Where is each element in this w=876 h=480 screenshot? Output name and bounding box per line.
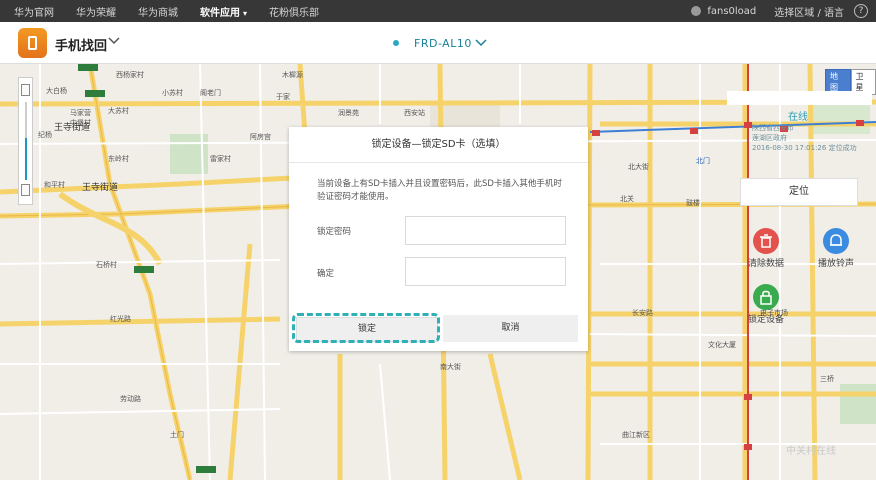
- app-header: 手机找回 FRD-AL10: [0, 22, 876, 64]
- zoom-control: [18, 77, 33, 205]
- locate-button[interactable]: 定位: [740, 178, 858, 206]
- map-label: 东岭村: [108, 155, 129, 163]
- map-label: 雷家村: [210, 155, 231, 163]
- top-nav-right: fans0load 选择区域 / 语言 ?: [691, 0, 868, 22]
- map-label: 小苏村: [162, 89, 183, 97]
- map-label: 王寺街道: [82, 183, 119, 193]
- map-label: 石桥村: [96, 261, 117, 269]
- map-label: 红光路: [110, 315, 131, 323]
- help-icon[interactable]: ?: [854, 4, 868, 18]
- map-label: 马家营: [70, 109, 91, 117]
- bell-icon: [823, 228, 849, 254]
- location-address-line2: 莲湖区政府: [752, 134, 787, 142]
- play-ringtone-label: 播放铃声: [817, 259, 854, 269]
- password-label: 锁定密码: [317, 227, 352, 237]
- map-label: 王寺街道: [54, 123, 91, 133]
- nav-link-apps[interactable]: 软件应用 ▾: [200, 4, 248, 24]
- play-ringtone-action[interactable]: 播放铃声: [806, 228, 866, 269]
- app-title: 手机找回: [55, 39, 108, 54]
- map-label: 北大街: [628, 163, 649, 171]
- nav-link-apps-label: 软件应用: [200, 7, 240, 19]
- map-label: 曲江新区: [622, 431, 650, 439]
- lock-device-label: 锁定设备: [747, 315, 784, 325]
- map-label: 和平村: [44, 181, 65, 189]
- map-label: 于家: [276, 93, 290, 101]
- nav-link-honor[interactable]: 华为荣耀: [76, 4, 116, 19]
- map-label: 木樨源: [282, 71, 303, 79]
- account-menu[interactable]: fans0load: [691, 6, 756, 17]
- erase-data-action[interactable]: 清除数据: [736, 228, 796, 269]
- map-label: 劳动路: [120, 395, 141, 403]
- top-nav-links: 华为官网 华为荣耀 华为商城 软件应用 ▾ 花粉俱乐部: [14, 0, 341, 24]
- location-address-line1: 陕西省西安市: [752, 124, 794, 132]
- watermark: 中关村在线: [786, 446, 836, 457]
- map-label: 文化大厦: [708, 341, 736, 349]
- map-label: 大白杨: [46, 87, 67, 95]
- cancel-button[interactable]: 取消: [443, 315, 578, 342]
- map-label: 西杨家村: [116, 71, 144, 79]
- map-label: 阁老门: [200, 89, 221, 97]
- map-label: 长安路: [632, 309, 653, 317]
- map-label: 北关: [620, 195, 634, 203]
- highlight-annotation: [292, 313, 440, 343]
- top-nav: 华为官网 华为荣耀 华为商城 软件应用 ▾ 花粉俱乐部 fans0load 选择区…: [0, 0, 876, 24]
- nav-link-club[interactable]: 花粉俱乐部: [269, 4, 319, 19]
- chevron-down-icon: ▾: [243, 8, 248, 18]
- map-label: 土门: [170, 431, 184, 439]
- lock-device-action[interactable]: 锁定设备: [736, 284, 796, 325]
- zoom-out-button[interactable]: [21, 184, 30, 196]
- map-label: 北门: [696, 157, 710, 165]
- region-selector[interactable]: 选择区域 / 语言: [774, 4, 844, 19]
- map-label: 纪杨: [38, 131, 52, 139]
- map-search-box[interactable]: [727, 91, 872, 105]
- map-label: 西安站: [404, 109, 425, 117]
- password-field[interactable]: [405, 216, 566, 245]
- erase-data-label: 清除数据: [747, 259, 784, 269]
- zoom-level-fill: [25, 138, 27, 180]
- phone-icon: [28, 36, 37, 50]
- trash-icon: [753, 228, 779, 254]
- avatar: [691, 6, 702, 16]
- dialog-description: 当前设备上有SD卡插入并且设置密码后，此SD卡插入其他手机时验证密码才能使用。: [317, 179, 562, 202]
- map-label: 南大街: [440, 363, 461, 371]
- phone-finder-app-icon: [18, 28, 47, 58]
- chevron-down-icon[interactable]: [474, 36, 488, 50]
- dialog-title: 锁定设备—锁定SD卡（选填）: [289, 127, 588, 163]
- lock-icon: [753, 284, 779, 310]
- chevron-down-icon[interactable]: [107, 34, 121, 48]
- device-online-status: 在线: [788, 112, 808, 123]
- map-label: 润景苑: [338, 109, 359, 117]
- nav-link-store[interactable]: 华为商城: [138, 4, 178, 19]
- confirm-password-field[interactable]: [405, 257, 566, 286]
- device-selector[interactable]: FRD-AL10: [414, 37, 472, 50]
- account-name: fans0load: [707, 5, 757, 17]
- location-timestamp: 2016-08-30 17:01:26 定位成功: [752, 144, 857, 152]
- zoom-in-button[interactable]: [21, 84, 30, 96]
- location-info: 在线 陕西省西安市 莲湖区政府 2016-08-30 17:01:26 定位成功: [752, 113, 857, 153]
- map-label: 大苏村: [108, 107, 129, 115]
- nav-link-huawei[interactable]: 华为官网: [14, 4, 54, 19]
- map-label: 三桥: [820, 375, 834, 383]
- device-status-dot: [393, 40, 399, 46]
- map-label: 阿房宫: [250, 133, 271, 141]
- map-label: 鼓楼: [686, 199, 700, 207]
- confirm-password-label: 确定: [317, 269, 335, 279]
